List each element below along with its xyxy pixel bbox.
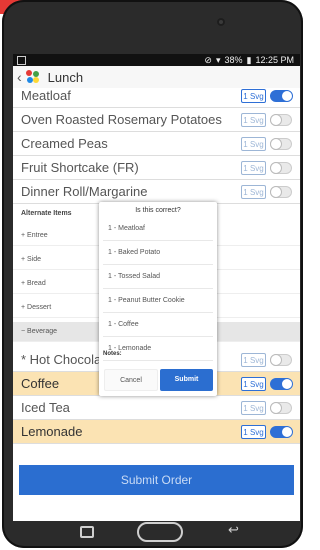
status-bar: ⊘ ▾ 38% ▮ 12:25 PM — [13, 54, 300, 66]
serving-badge: 1 Svg — [241, 160, 266, 175]
item-name: Creamed Peas — [21, 136, 108, 151]
select-toggle[interactable] — [270, 401, 292, 414]
notes-label: Notes: — [103, 351, 122, 357]
select-toggle[interactable] — [270, 137, 292, 150]
serving-badge: 1 Svg — [241, 352, 266, 367]
item-name: Dinner Roll/Margarine — [21, 184, 148, 199]
select-toggle[interactable] — [270, 377, 293, 390]
page-title: Lunch — [47, 69, 84, 85]
item-name: Coffee — [21, 376, 60, 391]
cancel-button[interactable]: Cancel — [104, 369, 158, 391]
select-toggle[interactable] — [270, 185, 292, 198]
back-nav-icon[interactable]: ↩ — [228, 522, 239, 538]
clock: 12:25 PM — [255, 55, 294, 65]
item-name: Oven Roasted Rosemary Potatoes — [21, 112, 222, 127]
select-toggle[interactable] — [270, 113, 292, 126]
item-name: Iced Tea — [21, 400, 70, 415]
select-toggle[interactable] — [270, 89, 293, 102]
select-toggle[interactable] — [270, 353, 292, 366]
select-toggle[interactable] — [270, 425, 293, 438]
dialog-item: 1 - Tossed Salad — [103, 265, 213, 289]
serving-badge: 1 Svg — [241, 112, 266, 127]
menu-row-meatloaf[interactable]: Meatloaf 1 Svg — [13, 84, 300, 108]
submit-button[interactable]: Submit — [160, 369, 213, 391]
select-toggle[interactable] — [270, 161, 292, 174]
beverage-row-lemonade[interactable]: Lemonade 1 Svg — [13, 420, 300, 444]
beverage-row-iced-tea[interactable]: Iced Tea 1 Svg — [13, 396, 300, 420]
serving-badge: 1 Svg — [241, 400, 266, 415]
app-logo-icon — [25, 70, 40, 84]
dialog-item: 1 - Meatloaf — [103, 217, 213, 241]
serving-badge: 1 Svg — [241, 88, 266, 103]
mute-icon: ⊘ — [204, 54, 212, 65]
menu-row-potatoes[interactable]: Oven Roasted Rosemary Potatoes 1 Svg — [13, 108, 300, 132]
menu-row-shortcake[interactable]: Fruit Shortcake (FR) 1 Svg — [13, 156, 300, 180]
dialog-item: 1 - Lemonade — [103, 337, 213, 361]
recent-apps-icon[interactable] — [80, 526, 94, 538]
serving-badge: 1 Svg — [241, 136, 266, 151]
dialog-item: 1 - Baked Potato — [103, 241, 213, 265]
dialog-item: 1 - Coffee — [103, 313, 213, 337]
wifi-icon: ▾ — [215, 54, 221, 65]
screenshot-icon — [17, 56, 26, 65]
menu-row-dinner-roll[interactable]: Dinner Roll/Margarine 1 Svg — [13, 180, 300, 204]
confirm-dialog: Is this correct? 1 - Meatloaf 1 - Baked … — [99, 202, 217, 396]
dialog-title: Is this correct? — [135, 207, 181, 214]
dialog-item: 1 - Peanut Butter Cookie — [103, 289, 213, 313]
serving-badge: 1 Svg — [241, 184, 266, 199]
battery-percent: 38% — [224, 55, 243, 65]
serving-badge: 1 Svg — [241, 376, 266, 391]
home-button[interactable] — [137, 522, 183, 542]
submit-order-button[interactable]: Submit Order — [19, 465, 294, 495]
item-name: Meatloaf — [21, 88, 71, 103]
menu-row-creamed-peas[interactable]: Creamed Peas 1 Svg — [13, 132, 300, 156]
item-name: Fruit Shortcake (FR) — [21, 160, 139, 175]
battery-icon: ▮ — [246, 54, 252, 65]
serving-badge: 1 Svg — [241, 424, 266, 439]
back-arrow-icon[interactable]: ‹ — [17, 69, 22, 85]
camera-icon — [217, 18, 225, 26]
item-name: Lemonade — [21, 424, 83, 439]
